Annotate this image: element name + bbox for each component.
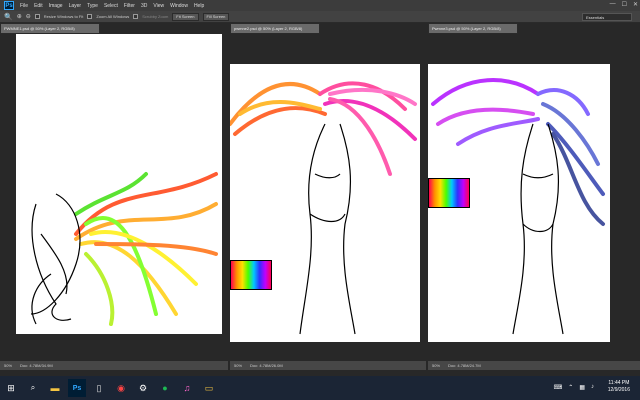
- zoom-in-icon[interactable]: ⊕: [17, 13, 22, 20]
- spotify-icon[interactable]: ●: [156, 379, 174, 397]
- clock-date: 12/9/2016: [607, 387, 630, 393]
- keyboard-icon[interactable]: ⌨: [554, 384, 563, 391]
- doc-tab-1[interactable]: PWMNE1.psd @ 50% (Layer 2, RGB/8): [0, 23, 100, 34]
- menu-image[interactable]: Image: [49, 3, 63, 9]
- options-bar: 🔍 ⊕ ⊖ Resize Windows to Fit Zoom All Win…: [0, 11, 640, 23]
- search-icon[interactable]: ⌕: [24, 379, 42, 397]
- chrome-icon[interactable]: ◉: [112, 379, 130, 397]
- artwork-1: [30, 172, 218, 326]
- zoom-level-3[interactable]: 50%: [432, 363, 440, 368]
- menu-3d[interactable]: 3D: [141, 3, 147, 9]
- menu-help[interactable]: Help: [194, 3, 204, 9]
- doc-info-1: Doc: 4.78M/34.9M: [20, 363, 53, 368]
- document-window-2: 50% Doc: 4.78M/26.0M: [228, 34, 426, 370]
- volume-icon[interactable]: ♪: [591, 384, 594, 391]
- menu-layer[interactable]: Layer: [69, 3, 82, 9]
- documents-icon[interactable]: ▯: [90, 379, 108, 397]
- network-icon[interactable]: ▦: [579, 384, 585, 391]
- itunes-icon[interactable]: ♫: [178, 379, 196, 397]
- close-icon[interactable]: ✕: [633, 1, 638, 8]
- menu-window[interactable]: Window: [170, 3, 188, 9]
- zoom-all-checkbox[interactable]: [87, 14, 93, 19]
- scrubby-zoom-label: Scrubby Zoom: [142, 14, 169, 19]
- menu-view[interactable]: View: [153, 3, 164, 9]
- status-bar-1: 50% Doc: 4.78M/34.9M: [0, 361, 228, 370]
- zoom-out-icon[interactable]: ⊖: [26, 13, 31, 20]
- menu-filter[interactable]: Filter: [124, 3, 135, 9]
- resize-windows-label: Resize Windows to Fit: [43, 14, 84, 19]
- chevron-up-icon[interactable]: ⌃: [568, 384, 573, 391]
- document-window-1: 50% Doc: 4.78M/34.9M: [0, 34, 232, 370]
- clock-time: 11:44 PM: [608, 380, 630, 386]
- zoom-level-1[interactable]: 50%: [4, 363, 12, 368]
- menu-bar: Ps File Edit Image Layer Type Select Fil…: [0, 0, 640, 11]
- workspace-select[interactable]: Essentials: [582, 13, 632, 21]
- doc-info-3: Doc: 4.78M/24.7M: [448, 363, 481, 368]
- taskbar: ⊞ ⌕ ▬ Ps ▯ ◉ ⚙ ● ♫ ▭ ⌨ ⌃ ▦ ♪ 11:44 PM 12…: [0, 376, 640, 400]
- zoom-tool-icon[interactable]: 🔍: [4, 13, 13, 21]
- maximize-icon[interactable]: ☐: [622, 1, 627, 8]
- gradient-swatch-2: [230, 260, 272, 290]
- scrubby-zoom-checkbox[interactable]: [133, 14, 139, 19]
- status-bar-3: 50% Doc: 4.78M/24.7M: [428, 361, 640, 370]
- window-controls: — ☐ ✕: [610, 1, 638, 8]
- photoshop-taskbar-icon[interactable]: Ps: [68, 379, 86, 397]
- windows-start-icon[interactable]: ⊞: [2, 379, 20, 397]
- file-explorer-icon[interactable]: ▬: [46, 379, 64, 397]
- minimize-icon[interactable]: —: [610, 1, 616, 8]
- canvas-2[interactable]: [228, 64, 420, 342]
- canvas-1[interactable]: [16, 34, 222, 334]
- status-bar-2: 50% Doc: 4.78M/26.0M: [230, 361, 426, 370]
- resize-windows-checkbox[interactable]: [34, 14, 40, 19]
- menu-type[interactable]: Type: [87, 3, 98, 9]
- folder-icon[interactable]: ▭: [200, 379, 218, 397]
- gradient-swatch-3: [428, 178, 470, 208]
- doc-tab-2[interactable]: pwmne2.psd @ 50% (Layer 2, RGB/8): [230, 23, 320, 34]
- menu-file[interactable]: File: [20, 3, 28, 9]
- doc-info-2: Doc: 4.78M/26.0M: [250, 363, 283, 368]
- artwork-2: [228, 81, 417, 335]
- zoom-level-2[interactable]: 50%: [234, 363, 242, 368]
- fill-screen-button[interactable]: Fill Screen: [202, 12, 230, 21]
- menu-select[interactable]: Select: [104, 3, 118, 9]
- doc-tab-3[interactable]: Pwmne3.psd @ 50% (Layer 2, RGB/8): [428, 23, 518, 34]
- clock[interactable]: 11:44 PM 12/9/2016: [608, 380, 630, 394]
- zoom-all-label: Zoom All Windows: [96, 14, 130, 19]
- menu-edit[interactable]: Edit: [34, 3, 43, 9]
- document-window-3: 50% Doc: 4.78M/24.7M: [428, 34, 640, 370]
- fit-screen-button[interactable]: Fit Screen: [172, 12, 199, 21]
- settings-icon[interactable]: ⚙: [134, 379, 152, 397]
- system-tray: ⌨ ⌃ ▦ ♪: [554, 384, 594, 391]
- photoshop-logo: Ps: [4, 1, 14, 10]
